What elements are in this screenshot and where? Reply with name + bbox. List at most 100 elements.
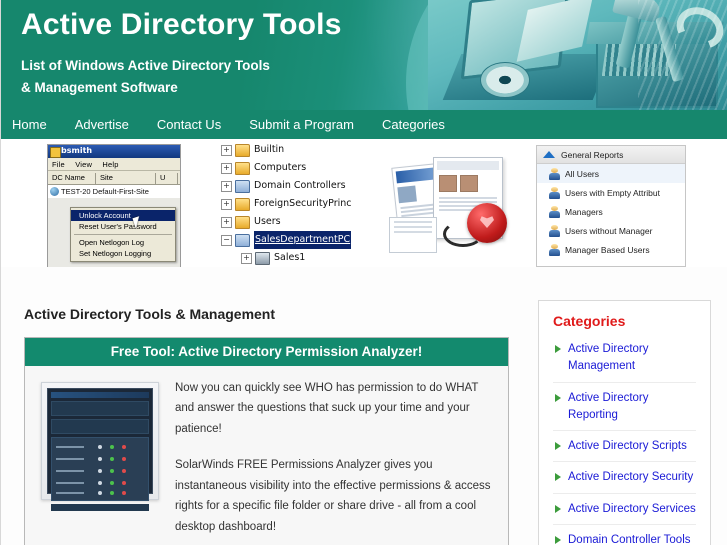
arrow-right-icon [555, 393, 561, 402]
sheet-line [394, 226, 432, 228]
column-dc-name: DC Name [48, 173, 96, 184]
nav-item-contact-us[interactable]: Contact Us [143, 117, 235, 132]
sidebar-item-active-directory-reporting[interactable]: Active Directory Reporting [553, 381, 696, 431]
cd-disc [480, 62, 530, 98]
nav-item-home[interactable]: Home [1, 117, 61, 132]
screenshot-product-box [389, 147, 517, 262]
bsmith-context-menu: Unlock Account Reset User's Password Ope… [70, 207, 176, 262]
ctx-item-unlock-account: Unlock Account [71, 210, 175, 221]
sidebar-item-label[interactable]: Active Directory Scripts [568, 438, 687, 455]
main-navigation[interactable]: Home Advertise Contact Us Submit a Progr… [1, 110, 727, 139]
expand-plus-icon: + [241, 252, 252, 264]
product-sheet-small [389, 217, 437, 253]
ctx-item-reset-password: Reset User's Password [79, 222, 157, 231]
report-item-managers: Managers [537, 202, 685, 221]
column-site: Site [96, 173, 156, 184]
collapse-minus-icon: − [221, 234, 232, 246]
arrow-right-icon [555, 345, 561, 353]
sheet-line [394, 231, 432, 233]
tree-node-label: SalesDepartmentPC [254, 231, 352, 249]
sidebar-item-label[interactable]: Active Directory Management [568, 341, 696, 376]
report-item-manager-based-users: Manager Based Users [537, 240, 685, 259]
screenshot-general-reports: General Reports All Users Users with Emp… [536, 145, 686, 267]
bsmith-row-text: TEST-20 Default-First-Site [61, 187, 149, 196]
tree-node-selected: − SalesDepartmentPC [219, 231, 359, 249]
ctx-item-set-netlogon-logging: Set Netlogon Logging [79, 249, 152, 258]
tree-node-label: Users [254, 216, 281, 227]
tree-node: + Computers [219, 159, 359, 177]
sidebar-item-active-directory-security[interactable]: Active Directory Security [553, 461, 696, 492]
sidebar-item-label[interactable]: Active Directory Reporting [568, 390, 696, 425]
sidebar-item-active-directory-management[interactable]: Active Directory Management [553, 339, 696, 382]
screenshot-ad-tree: + Builtin + Computers + Domain Controlle… [219, 141, 359, 267]
page-title: Active Directory Tools & Management [24, 306, 276, 322]
sheet-thumbnail [397, 185, 417, 204]
dash-section [51, 401, 149, 416]
ctx-divider [74, 234, 172, 235]
sidebar-item-label[interactable]: Active Directory Services [568, 501, 696, 518]
tree-node-label: Sales1 [274, 252, 306, 263]
sidebar-item-label[interactable]: Active Directory Security [568, 469, 693, 486]
dash-footer [51, 504, 149, 511]
promo-paragraph-2: SolarWinds FREE Permissions Analyzer giv… [175, 459, 491, 533]
report-item-label: All Users [565, 168, 600, 179]
promo-body: Now you can quickly see WHO has permissi… [25, 366, 508, 545]
arrow-right-icon [555, 473, 561, 482]
folder-icon [235, 215, 250, 229]
laptop-screen [516, 0, 594, 62]
expand-plus-icon: + [221, 162, 232, 174]
tree-node: + Sales1 [219, 249, 359, 267]
menu-help: Help [102, 160, 119, 169]
categories-sidebar: Categories Active Directory Management A… [538, 300, 711, 545]
screenshot-bsmith-window: bsmith File View Help DC Name Site U TES… [47, 144, 181, 267]
page-root: Active Directory Tools List of Windows A… [0, 0, 727, 545]
tree-node: + Users [219, 213, 359, 231]
photo-streak [638, 0, 727, 110]
tree-node-label: Domain Controllers [254, 180, 346, 191]
bsmith-column-headers: DC Name Site U [48, 171, 180, 185]
folder-icon [235, 197, 250, 211]
arrow-right-icon [555, 442, 561, 450]
sidebar-item-label[interactable]: Domain Controller Tools [568, 532, 691, 545]
folder-icon [235, 161, 250, 175]
nav-item-categories[interactable]: Categories [368, 117, 459, 132]
menu-view: View [75, 160, 93, 169]
dashboard-screenshot [47, 388, 153, 511]
arrow-right-icon [555, 535, 561, 544]
sidebar-item-active-directory-services[interactable]: Active Directory Services [553, 492, 696, 524]
promo-thumbnail[interactable] [41, 382, 159, 511]
ctx-item-open-netlogon-log: Open Netlogon Log [79, 238, 145, 247]
expand-plus-icon: + [221, 216, 232, 228]
expand-plus-icon: + [221, 180, 232, 192]
user-icon [50, 187, 59, 196]
nav-item-submit-a-program[interactable]: Submit a Program [235, 117, 368, 132]
site-title: Active Directory Tools [21, 8, 342, 41]
dash-titlebar [51, 392, 149, 398]
report-item-label: Manager Based Users [565, 244, 650, 255]
user-icon [549, 205, 560, 218]
sidebar-item-active-directory-scripts[interactable]: Active Directory Scripts [553, 430, 696, 461]
sheet-line [439, 197, 497, 199]
sheet-avatars [439, 175, 497, 192]
nav-item-advertise[interactable]: Advertise [61, 117, 143, 132]
app-icon [50, 147, 61, 158]
promo-box: Free Tool: Active Directory Permission A… [24, 337, 509, 545]
general-reports-title: General Reports [561, 149, 624, 160]
folder-icon [235, 143, 250, 157]
sidebar-item-domain-controller-tools[interactable]: Domain Controller Tools [553, 523, 696, 545]
report-item-label: Users without Manager [565, 225, 653, 236]
sidebar-title: Categories [553, 313, 626, 329]
expand-plus-icon: + [221, 144, 232, 156]
ad-tree-view: + Builtin + Computers + Domain Controlle… [219, 141, 359, 267]
tree-node-label: Builtin [254, 144, 285, 155]
sheet-header-bar [437, 161, 499, 170]
tree-node-label: Computers [254, 162, 307, 173]
report-item-users-without-manager: Users without Manager [537, 221, 685, 240]
site-subtitle-line-1: List of Windows Active Directory Tools [21, 58, 270, 73]
report-item-users-with-empty-attribute: Users with Empty Attribut [537, 183, 685, 202]
column-u: U [156, 173, 178, 184]
promo-text: Now you can quickly see WHO has permissi… [175, 378, 494, 537]
report-item-label: Users with Empty Attribut [565, 187, 660, 198]
promo-heading: Free Tool: Active Directory Permission A… [25, 338, 508, 366]
site-subtitle-line-2: & Management Software [21, 79, 178, 95]
